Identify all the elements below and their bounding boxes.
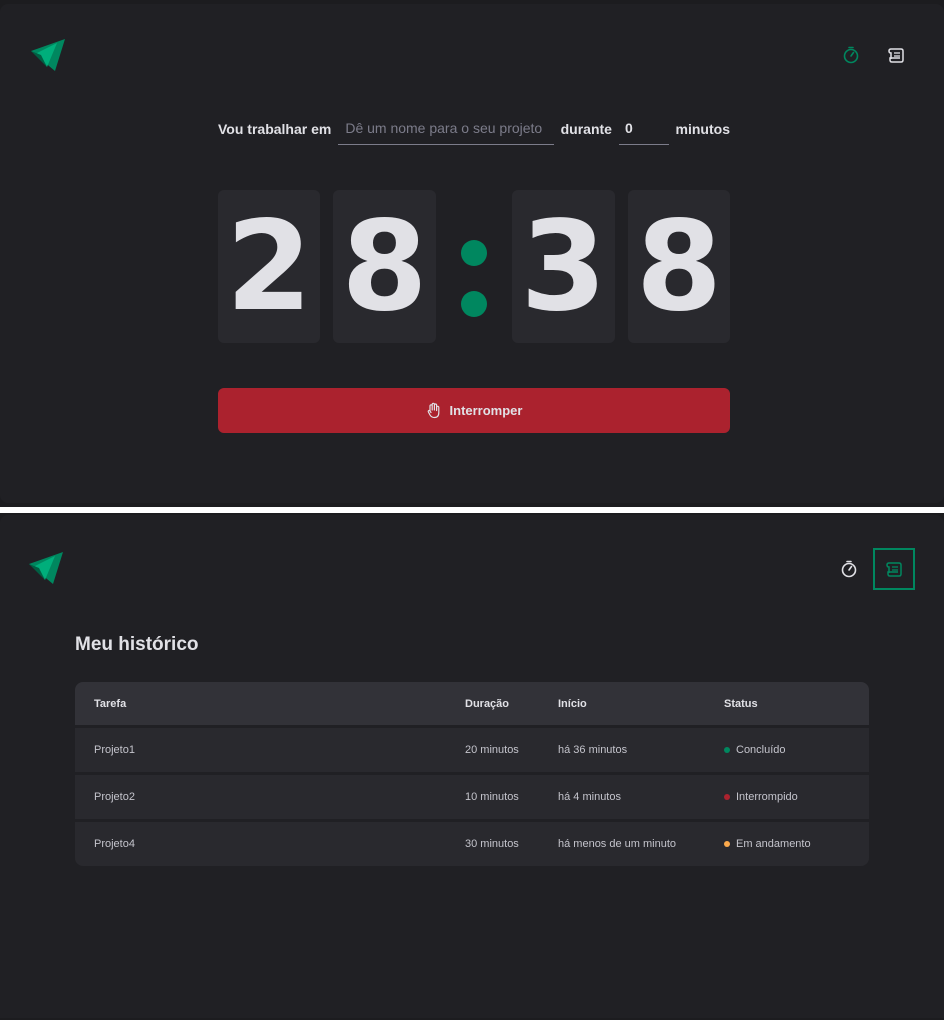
status-dot bbox=[724, 794, 730, 800]
table-row: Projeto2 10 minutos há 4 minutos Interro… bbox=[75, 775, 869, 819]
history-table: Tarefa Duração Início Status Projeto1 20… bbox=[75, 682, 869, 866]
cell-duration: 20 minutos bbox=[465, 744, 519, 756]
countdown-minutes-tens: 2 bbox=[218, 190, 320, 343]
column-header-task: Tarefa bbox=[94, 697, 127, 710]
column-header-duration: Duração bbox=[465, 697, 510, 710]
interrupt-button-label: Interromper bbox=[449, 403, 523, 418]
task-form: Vou trabalhar em Dê um nome para o seu p… bbox=[218, 112, 730, 145]
countdown-seconds-ones: 8 bbox=[628, 190, 730, 343]
nav-timer-button[interactable] bbox=[830, 34, 872, 76]
form-label-middle: durante bbox=[560, 120, 612, 137]
cell-status: Interrompido bbox=[724, 791, 869, 803]
cell-duration: 10 minutos bbox=[465, 791, 519, 803]
nav-history-button[interactable] bbox=[875, 34, 917, 76]
scroll-icon bbox=[888, 48, 904, 63]
countdown-separator-bottom bbox=[461, 291, 487, 317]
cell-duration: 30 minutos bbox=[465, 838, 519, 850]
column-header-status: Status bbox=[724, 697, 758, 710]
cell-task: Projeto4 bbox=[94, 838, 135, 850]
cell-status: Concluído bbox=[724, 744, 869, 756]
countdown-separator-top bbox=[461, 240, 487, 266]
countdown-minutes-ones: 8 bbox=[333, 190, 436, 343]
table-row: Projeto4 30 minutos há menos de um minut… bbox=[75, 822, 869, 866]
timer-icon bbox=[841, 560, 857, 578]
status-label: Concluído bbox=[736, 744, 786, 756]
screen-divider bbox=[0, 507, 944, 513]
cell-task: Projeto2 bbox=[94, 791, 135, 803]
column-header-start: Início bbox=[558, 697, 587, 710]
cell-start: há 36 minutos bbox=[558, 744, 628, 756]
scroll-icon bbox=[886, 562, 902, 577]
minutes-amount-input[interactable]: 0 bbox=[618, 112, 669, 145]
cell-start: há menos de um minuto bbox=[558, 838, 677, 850]
timer-icon bbox=[843, 46, 859, 64]
cell-status: Em andamento bbox=[724, 838, 869, 850]
nav-timer-button[interactable] bbox=[828, 548, 870, 590]
status-label: Interrompido bbox=[736, 791, 798, 803]
table-header-row: Tarefa Duração Início Status bbox=[75, 682, 869, 725]
page-title: Meu histórico bbox=[75, 634, 199, 655]
logo-icon bbox=[31, 39, 65, 71]
status-label: Em andamento bbox=[736, 838, 811, 850]
logo-icon bbox=[29, 552, 63, 584]
interrupt-button[interactable]: Interromper bbox=[218, 388, 730, 433]
nav-history-button[interactable] bbox=[873, 548, 915, 590]
status-dot bbox=[724, 747, 730, 753]
hand-palm-icon bbox=[427, 402, 439, 419]
task-name-input[interactable]: Dê um nome para o seu projeto bbox=[338, 112, 554, 145]
countdown-seconds-tens: 3 bbox=[512, 190, 615, 343]
cell-task: Projeto1 bbox=[94, 744, 135, 756]
history-screen: Meu histórico Tarefa Duração Início Stat… bbox=[0, 515, 944, 1018]
timer-screen: Vou trabalhar em Dê um nome para o seu p… bbox=[0, 4, 944, 503]
table-row: Projeto1 20 minutos há 36 minutos Conclu… bbox=[75, 728, 869, 772]
cell-start: há 4 minutos bbox=[558, 791, 621, 803]
form-label-before: Vou trabalhar em bbox=[218, 120, 332, 137]
form-label-after: minutos bbox=[675, 120, 730, 137]
status-dot bbox=[724, 841, 730, 847]
